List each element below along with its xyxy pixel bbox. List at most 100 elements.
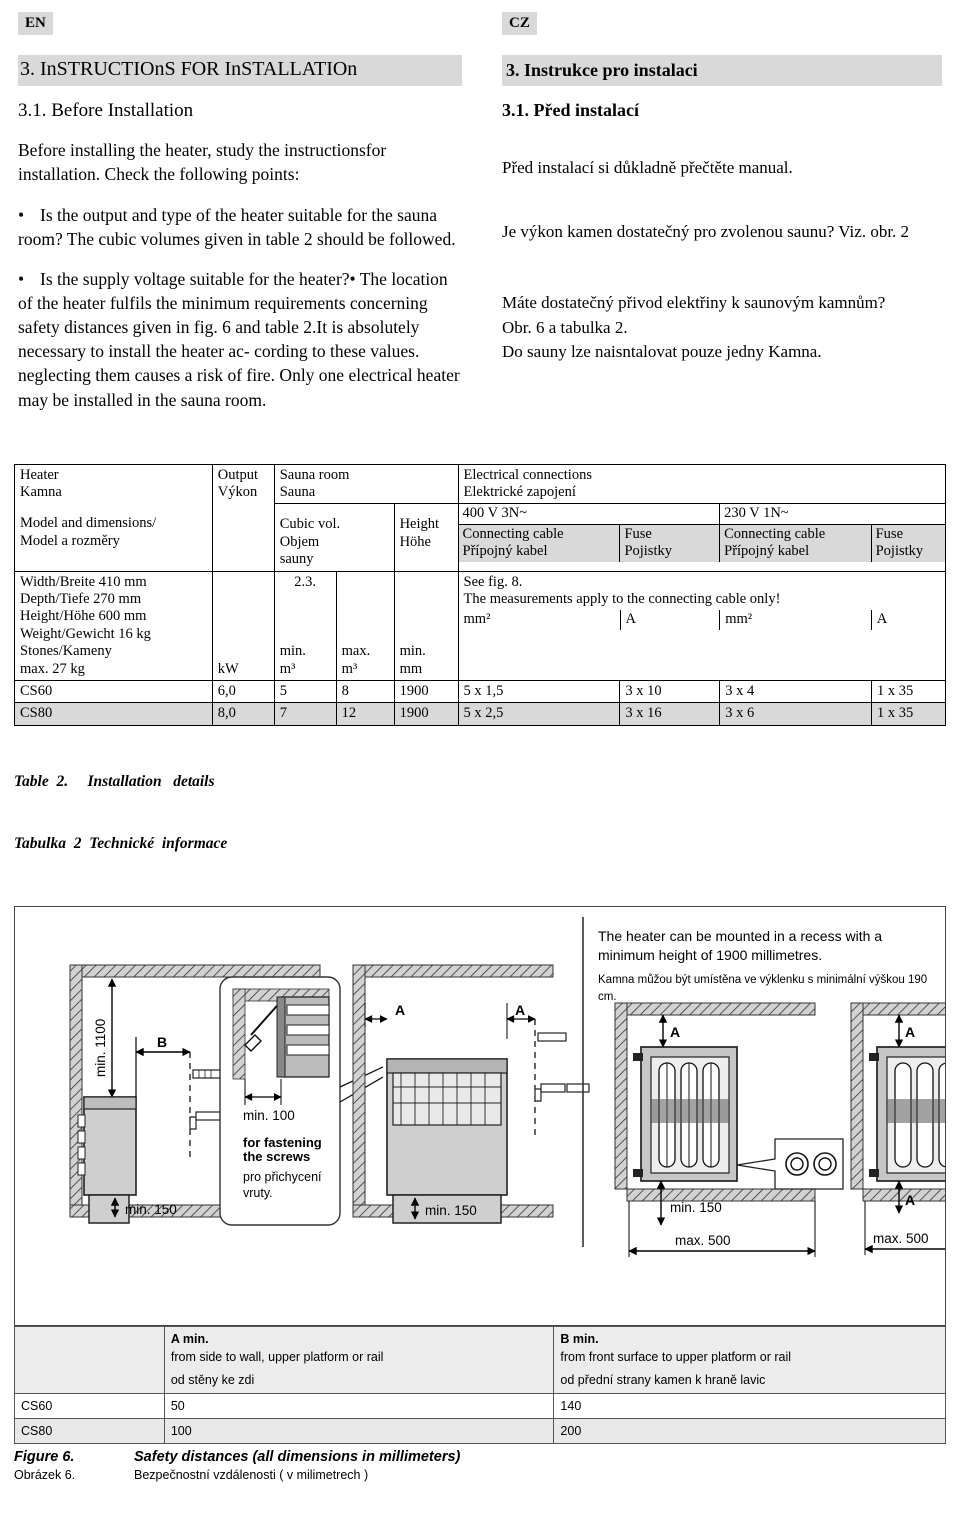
label-fuse-cz-230: Pojistky xyxy=(875,543,924,560)
unit-a-400: A xyxy=(619,610,720,630)
label-a-dim-4: A xyxy=(905,1024,915,1040)
bullet-item-2-en: • Is the supply voltage suitable for the … xyxy=(18,267,462,412)
panel-plan-view-2: A A max. 500 xyxy=(850,1002,945,1256)
subsection-heading-en: 3.1. Before Installation xyxy=(18,99,194,121)
installation-details-table: Heater Kamna Model and dimensions/ Model… xyxy=(14,463,947,726)
label-cable-en-230: Connecting cable xyxy=(724,525,826,542)
label-a-dim-5: A xyxy=(905,1192,915,1208)
label-a-min-title: A min. xyxy=(170,1332,209,1347)
figure-caption-label-cz: Obrázek 6. xyxy=(14,1467,76,1482)
label-mm-height: mm xyxy=(399,660,423,677)
note-measurements: The measurements apply to the connecting… xyxy=(463,591,781,608)
cell-cable230-cs80: 3 x 6 xyxy=(719,702,872,726)
table-caption-cz: Tabulka 2 Technické informace xyxy=(14,835,228,853)
cell-b-value-cs80: 200 xyxy=(553,1417,946,1444)
label-cubic-cz: Objem xyxy=(279,533,320,550)
cell-fuse230-cs60: 1 x 35 xyxy=(871,680,946,704)
cell-empty-corner xyxy=(14,1326,165,1394)
label-output-en: Output xyxy=(217,466,259,483)
cell-output-cs80: 8,0 xyxy=(211,702,275,726)
cell-max-m3-cs60: 8 xyxy=(335,680,395,704)
bullet-marker: • xyxy=(18,268,25,289)
cell-electrical-header: Electrical connections Elektrické zapoje… xyxy=(457,463,947,505)
table-row: CS80 8,0 7 12 1900 5 x 2,5 3 x 16 3 x 6 … xyxy=(14,702,946,726)
unit-a-230: A xyxy=(870,610,945,630)
cell-height-cs80: 1900 xyxy=(393,702,459,726)
table-header-row-1: Heater Kamna Model and dimensions/ Model… xyxy=(14,463,947,572)
section-heading-en: 3. InSTRUCTIOnS FOR InSTALLATIOn xyxy=(18,54,462,86)
label-a-dim-1: A xyxy=(395,1002,405,1018)
label-max: max. xyxy=(341,643,371,660)
cell-height-header: Height Höhe xyxy=(393,503,459,572)
english-column: EN 3. InSTRUCTIOnS FOR InSTALLATIOn 3.1.… xyxy=(0,12,480,412)
label-sauna-en: Sauna room xyxy=(279,466,350,483)
label-a-min-desc-cz: od stěny ke zdi xyxy=(170,1373,255,1388)
figure-caption-text-en: Safety distances (all dimensions in mill… xyxy=(134,1448,461,1465)
cell-model-cs60: CS60 xyxy=(14,680,213,704)
label-b-min-title: B min. xyxy=(560,1332,599,1347)
cell-a-value-cs60: 50 xyxy=(163,1392,555,1419)
label-electrical-en: Electrical connections xyxy=(463,466,592,483)
label-a-min-desc-en: from side to wall, upper platform or rai… xyxy=(170,1350,384,1365)
safety-distance-table: A min. from side to wall, upper platform… xyxy=(14,1326,946,1444)
label-cable-cz-230: Přípojný kabel xyxy=(724,543,810,560)
figure-6-diagram: min. 1100 B min. 150 min. 100 for fasten… xyxy=(14,906,946,1327)
label-min-150-left: min. 150 xyxy=(125,1202,177,1217)
paragraph-3-cz: Máte dostatečný přivod elektřiny k sauno… xyxy=(502,293,886,362)
recess-note-box: The heater can be mounted in a recess wi… xyxy=(598,927,938,1006)
label-b-min-desc-en: from front surface to upper platform or … xyxy=(560,1350,792,1365)
label-b-min-desc-cz: od přední strany kamen k hraně lavic xyxy=(560,1373,766,1388)
table-caption: Table 2. Installation details Tabulka 2 … xyxy=(0,726,960,876)
cell-cable400-cs60: 5 x 1,5 xyxy=(457,680,621,704)
recess-note-en: The heater can be mounted in a recess wi… xyxy=(598,928,883,963)
label-fastening-en-2: the screws xyxy=(243,1149,310,1164)
panel-front-elevation: A A min. 150 xyxy=(352,964,590,1224)
cell-sauna-room-header: Sauna room Sauna xyxy=(273,463,459,505)
label-fuse-cz-400: Pojistky xyxy=(624,543,672,560)
label-cubic-en: Cubic vol. xyxy=(279,516,341,533)
label-a-dim-3: A xyxy=(670,1024,680,1040)
voltage-row: 400 V 3N~ 230 V 1N~ xyxy=(458,504,945,525)
cell-cable230-cs60: 3 x 4 xyxy=(719,680,872,704)
electrical-notes: See fig. 8. The measurements apply to th… xyxy=(459,572,945,611)
label-a-dim-2: A xyxy=(515,1002,525,1018)
label-ref-23: 2.3. xyxy=(294,573,317,590)
label-heater-en: Heater xyxy=(20,466,59,483)
unit-mm2-230: mm² xyxy=(719,610,872,630)
cell-output-header: Output Výkon xyxy=(211,463,275,572)
cell-output-cs60: 6,0 xyxy=(211,680,275,704)
cell-a-min-header: A min. from side to wall, upper platform… xyxy=(163,1326,555,1394)
table-caption-en: Table 2. Installation details xyxy=(14,772,215,790)
cable-fuse-row: Connecting cable Přípojný kabel Fuse Poj… xyxy=(458,524,945,562)
label-b-dim: B xyxy=(157,1034,167,1050)
label-min-150-mid: min. 150 xyxy=(425,1203,477,1218)
table-row: CS60 6,0 5 8 1900 5 x 1,5 3 x 10 3 x 4 1… xyxy=(14,680,946,704)
label-min: min. xyxy=(279,643,306,660)
label-electrical-cz: Elektrické zapojení xyxy=(463,484,576,501)
cell-unit-min-m3: 2.3. min. m³ xyxy=(273,570,337,682)
paragraph-2-cz: Je výkon kamen dostatečný pro zvolenou s… xyxy=(502,222,910,242)
cell-a-value-cs80: 100 xyxy=(163,1417,555,1444)
dimension-line: Width/Breite 410 mm xyxy=(20,573,147,590)
label-model-en: Model and dimensions/ xyxy=(20,515,157,532)
figure-caption-cz: Obrázek 6. Bezpečnostní vzdálenosti ( v … xyxy=(14,1468,946,1482)
cell-max-m3-cs80: 12 xyxy=(335,702,395,726)
cell-height-cs60: 1900 xyxy=(393,680,459,704)
label-min-150-right: min. 150 xyxy=(670,1200,722,1215)
table-body-dimensions-row: Width/Breite 410 mm Depth/Tiefe 270 mm H… xyxy=(14,570,947,682)
dimension-line: Weight/Gewicht 16 kg xyxy=(20,625,151,642)
label-230v: 230 V 1N~ xyxy=(719,504,945,525)
cell-heater-model-header: Heater Kamna Model and dimensions/ Model… xyxy=(14,463,213,572)
label-max-500-2: max. 500 xyxy=(873,1231,929,1246)
dimension-line: Height/Höhe 600 mm xyxy=(20,608,147,625)
cell-min-m3-cs60: 5 xyxy=(273,680,337,704)
label-output-cz: Výkon xyxy=(217,484,258,501)
cell-voltage-subheaders: 400 V 3N~ 230 V 1N~ Connecting cable Pří… xyxy=(457,503,947,572)
cell-cable-400: Connecting cable Přípojný kabel xyxy=(458,524,620,562)
dimension-line: Stones/Kameny xyxy=(20,643,112,660)
table-row: CS60 50 140 xyxy=(14,1392,946,1419)
label-cable-en-400: Connecting cable xyxy=(462,525,564,542)
cell-dimensions-list: Width/Breite 410 mm Depth/Tiefe 270 mm H… xyxy=(14,570,213,682)
label-cubic-cz2: sauny xyxy=(279,551,314,568)
label-fuse-en-230: Fuse xyxy=(875,525,904,542)
